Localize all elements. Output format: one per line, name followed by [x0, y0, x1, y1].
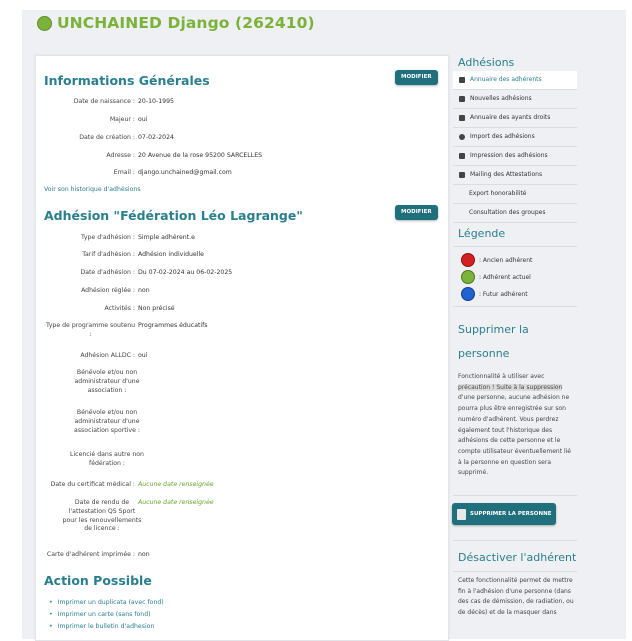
deactivate-description: Cette fonctionnalité permet de mettre fi… — [458, 577, 574, 617]
legend-item-actuel: : Adhérent actuel — [461, 270, 531, 284]
menu-item-consultation-groupes[interactable]: Consultation des groupes — [453, 204, 577, 223]
menu-item-import-adhesions[interactable]: Import des adhésions — [453, 128, 577, 147]
menu-item-mailing-attestations[interactable]: Mailing des Attestations — [453, 166, 577, 185]
address-book-icon — [459, 77, 465, 83]
red-dot-icon — [461, 253, 475, 267]
status-dot — [37, 15, 52, 31]
divider — [453, 540, 577, 541]
adhesions-sidebar-title: Adhésions — [458, 56, 515, 69]
menu-item-annuaire-adherents[interactable]: Annuaire des adhérents — [453, 71, 577, 90]
modify-general-button[interactable]: MODIFIER — [395, 70, 438, 85]
history-link[interactable]: Voir son historique d'adhésions — [44, 186, 141, 193]
file-icon — [459, 96, 465, 102]
delete-description: Fonctionnalité à utiliser avec précautio… — [458, 373, 571, 477]
divider — [453, 571, 577, 572]
action-print-bulletin-link[interactable]: Imprimer le bulletin d'adhesion — [49, 621, 164, 633]
green-dot-icon — [461, 270, 475, 284]
menu-item-impression-adhesions[interactable]: Impression des adhésions — [453, 147, 577, 166]
action-print-card-link[interactable]: Imprimer un carte (sans fond) — [49, 609, 164, 621]
actions-section-title: Action Possible — [44, 573, 152, 588]
import-icon — [459, 134, 465, 140]
page-header: UNCHAINED Django (262410) — [37, 14, 315, 32]
adhesions-menu: Annuaire des adhérents Nouvelles adhésio… — [453, 71, 577, 223]
legend-title: Légende — [458, 227, 506, 240]
adhesion-section-title: Adhésion "Fédération Léo Lagrange" — [44, 208, 303, 223]
legend-item-ancien: : Ancien adhérent — [461, 253, 532, 267]
legend-item-futur: : Futur adhérent — [461, 287, 528, 301]
divider — [453, 246, 577, 247]
page-title: UNCHAINED Django (262410) — [57, 14, 315, 32]
general-section-title: Informations Générales — [44, 73, 210, 88]
print-icon — [459, 153, 465, 159]
menu-item-export-honorabilite[interactable]: Export honorabilité — [453, 185, 577, 204]
envelope-icon — [459, 172, 465, 178]
delete-section-title: Supprimer la personne — [458, 323, 529, 360]
blue-dot-icon — [461, 287, 475, 301]
address-book-icon — [459, 115, 465, 121]
action-list: Imprimer un duplicata (avec fond) Imprim… — [49, 597, 164, 633]
menu-item-annuaire-ayants-droits[interactable]: Annuaire des ayants droits — [453, 109, 577, 128]
deactivate-section-title: Désactiver l'adhérent — [458, 551, 577, 564]
divider — [453, 495, 577, 496]
action-print-duplicate-link[interactable]: Imprimer un duplicata (avec fond) — [49, 597, 164, 609]
modify-adhesion-button[interactable]: MODIFIER — [395, 205, 438, 220]
delete-person-button[interactable]: SUPPRIMER LA PERSONNE — [452, 503, 556, 525]
trash-icon — [457, 508, 466, 520]
divider — [453, 306, 577, 307]
menu-item-nouvelles-adhesions[interactable]: Nouvelles adhésions — [453, 90, 577, 109]
